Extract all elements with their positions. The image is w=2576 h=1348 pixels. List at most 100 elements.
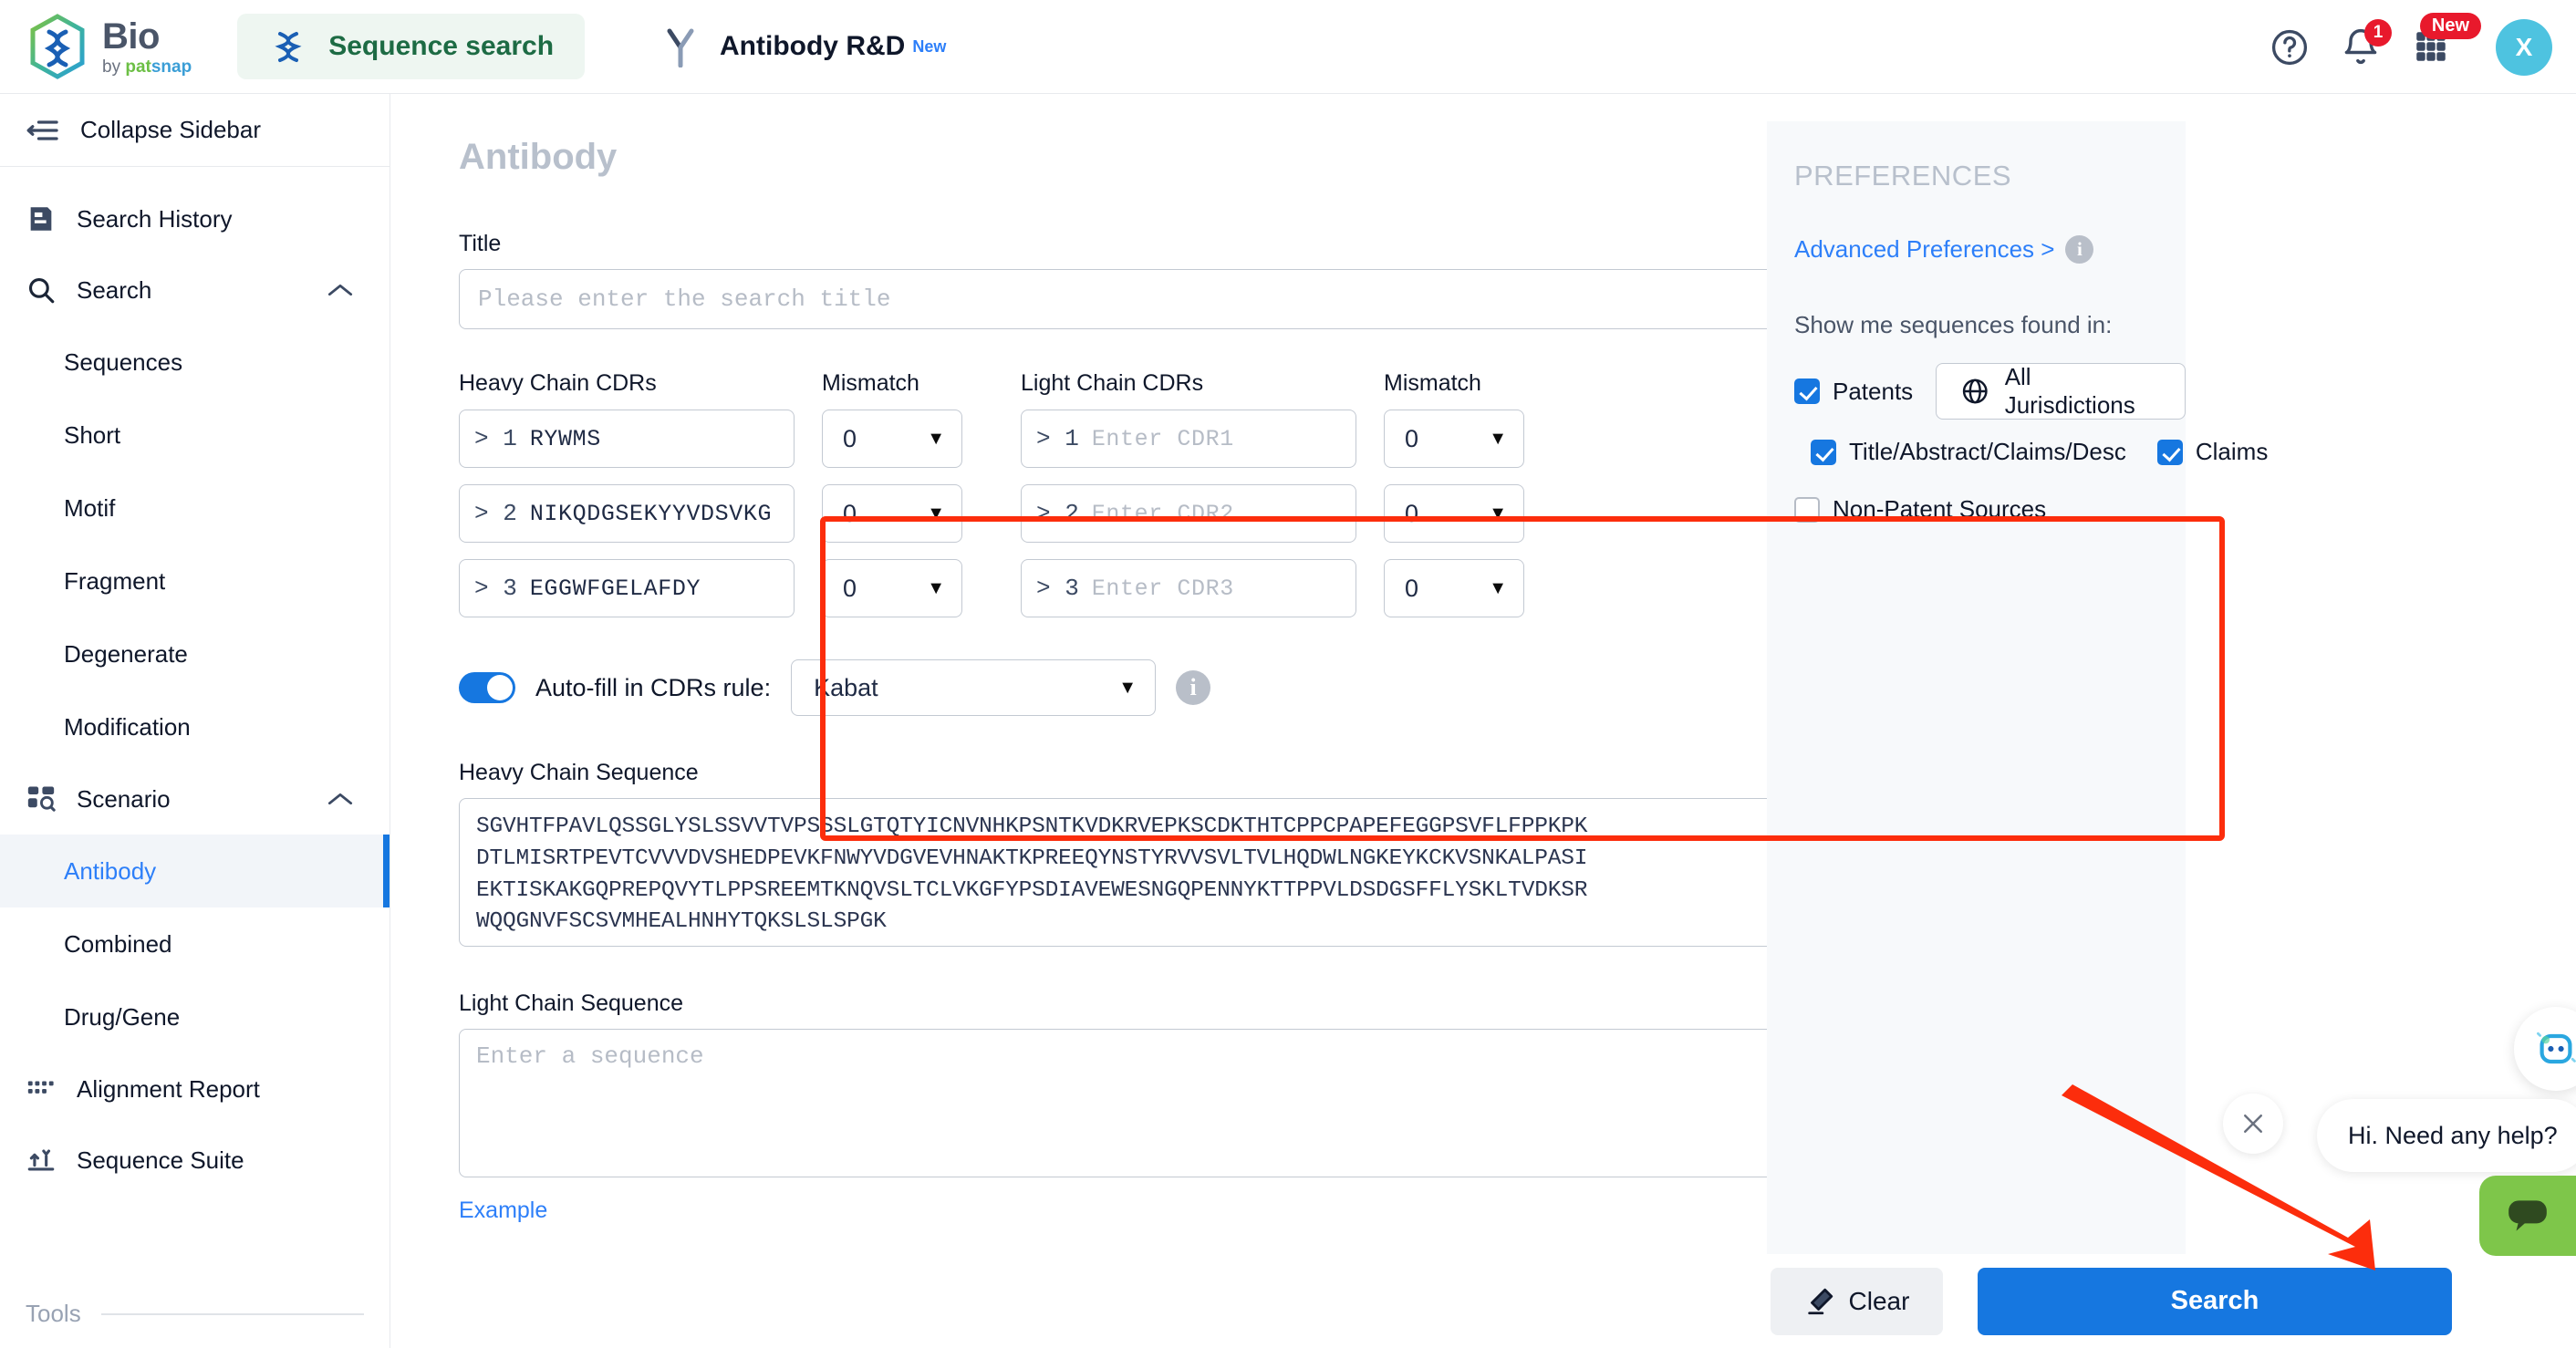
info-icon[interactable]: i <box>2065 235 2094 264</box>
claims-checkbox[interactable] <box>2156 439 2183 465</box>
title-field-block: Title <box>459 231 1841 329</box>
sidebar-item-sequences-label: Sequences <box>64 347 183 376</box>
heavy-cdr2-input[interactable]: > 2 NIKQDGSEKYYVDSVKG <box>459 484 795 543</box>
search-title-input[interactable] <box>459 269 1841 329</box>
light-cdr3-mismatch-select[interactable]: 0 ▼ <box>1384 559 1524 617</box>
chat-fab-button[interactable] <box>2479 1176 2576 1256</box>
info-icon[interactable]: i <box>1176 670 1211 705</box>
title-abstract-label: Title/Abstract/Claims/Desc <box>1849 438 2126 465</box>
brand-name: Bio <box>102 16 160 57</box>
heavy-chain-sequence-label: Heavy Chain Sequence <box>459 760 699 785</box>
light-cdr1-row: > 1 Enter CDR1 <box>1021 410 1356 468</box>
advanced-preferences-link[interactable]: Advanced Preferences > <box>1794 235 2054 264</box>
sidebar-item-sequence-suite[interactable]: Sequence Suite <box>0 1125 390 1196</box>
heavy-cdr3-value: EGGWFGELAFDY <box>529 575 701 602</box>
light-cdr2-mismatch-select[interactable]: 0 ▼ <box>1384 484 1524 543</box>
sidebar-item-combined[interactable]: Combined <box>0 907 390 980</box>
sidebar-nav: Search History Search Sequences Short Mo… <box>0 167 390 1196</box>
sidebar-item-fragment[interactable]: Fragment <box>0 544 390 617</box>
heavy-cdr1-input[interactable]: > 1 RYWMS <box>459 410 795 468</box>
sidebar-item-search[interactable]: Search <box>0 254 390 326</box>
page-title: Antibody <box>459 137 618 177</box>
heavy-seq-line: WQQGNVFSCSVMHEALHNHYTQKSLSLSPGK <box>476 909 887 935</box>
heavy-cdr3-mismatch-select[interactable]: 0 ▼ <box>822 559 962 617</box>
sidebar-item-scenario[interactable]: Scenario <box>0 763 390 835</box>
sidebar-item-drug-gene-label: Drug/Gene <box>64 1002 181 1031</box>
non-patent-label: Non-Patent Sources <box>1833 495 2047 523</box>
heavy-cdr1-mismatch-value: 0 <box>843 424 857 452</box>
heavy-cdr3-row: > 3 EGGWFGELAFDY <box>459 559 795 617</box>
sidebar-item-search-history[interactable]: Search History <box>0 183 390 254</box>
light-cdr1-mismatch-select[interactable]: 0 ▼ <box>1384 410 1524 468</box>
heavy-cdr2-value: NIKQDGSEKYYVDSVKG <box>529 500 773 527</box>
autofill-toggle[interactable] <box>459 672 515 703</box>
heavy-cdr2-row: > 2 NIKQDGSEKYYVDSVKG <box>459 484 795 543</box>
heavy-cdr3-input[interactable]: > 3 EGGWFGELAFDY <box>459 559 795 617</box>
sidebar-item-motif[interactable]: Motif <box>0 472 390 544</box>
chat-greeting-bubble[interactable]: Hi. Need any help? <box>2317 1099 2576 1172</box>
main-content: Antibody Title Heavy Chain CDRs > 1 RYWM… <box>390 94 2576 1348</box>
example-link[interactable]: Example <box>459 1198 1841 1224</box>
light-chain-sequence-block: Light Chain Sequence Enter a sequence Ex… <box>459 990 1841 1224</box>
tab-antibody-rd[interactable]: Antibody R&D New <box>630 14 977 79</box>
apps-grid-icon[interactable]: New <box>2412 12 2481 67</box>
jurisdictions-button[interactable]: All Jurisdictions <box>1936 363 2186 420</box>
heavy-cdr3-prefix: > 3 <box>474 575 517 602</box>
sidebar-item-antibody[interactable]: Antibody <box>0 835 390 907</box>
title-label: Title <box>459 231 502 256</box>
help-icon[interactable] <box>2270 27 2310 67</box>
light-cdr3-mismatch-value: 0 <box>1405 574 1419 602</box>
sidebar-item-sequence-suite-label: Sequence Suite <box>77 1146 244 1174</box>
search-button[interactable]: Search <box>1978 1267 2452 1335</box>
preferences-panel: PREFERENCES Advanced Preferences > i Sho… <box>1767 121 2268 1254</box>
chat-icon <box>2508 1200 2547 1231</box>
sidebar-item-sequences[interactable]: Sequences <box>0 326 390 399</box>
light-cdr2-row: > 2 Enter CDR2 <box>1021 484 1356 543</box>
cdr-rule-select[interactable]: Kabat ▼ <box>791 659 1157 716</box>
chevron-down-icon: ▼ <box>927 503 945 524</box>
sidebar: Collapse Sidebar Search History Search S… <box>0 94 390 1348</box>
heavy-mismatch-column: Mismatch 0 ▼ 0 ▼ 0 ▼ <box>822 370 962 634</box>
heavy-cdr3-mismatch-value: 0 <box>843 574 857 602</box>
chevron-down-icon: ▼ <box>1489 577 1507 598</box>
light-chain-sequence-label: Light Chain Sequence <box>459 990 684 1016</box>
chat-close-button[interactable] <box>2223 1094 2283 1154</box>
chevron-up-icon <box>327 793 353 805</box>
sidebar-item-modification[interactable]: Modification <box>0 690 390 763</box>
title-abstract-checkbox[interactable] <box>1811 439 1836 465</box>
patents-checkbox[interactable] <box>1794 378 1820 404</box>
sidebar-item-degenerate[interactable]: Degenerate <box>0 617 390 690</box>
light-chain-cdr-column: Light Chain CDRs > 1 Enter CDR1 > 2 Ente… <box>1021 370 1356 634</box>
sidebar-item-alignment-report[interactable]: Alignment Report <box>0 1053 390 1125</box>
clear-button[interactable]: Clear <box>1771 1267 1943 1335</box>
collapse-sidebar-label: Collapse Sidebar <box>80 116 262 143</box>
scenario-icon <box>27 786 56 812</box>
light-cdr1-input[interactable]: > 1 Enter CDR1 <box>1021 410 1356 468</box>
clear-label: Clear <box>1848 1286 1910 1315</box>
non-patent-checkbox[interactable] <box>1794 496 1820 523</box>
heavy-mismatch-label: Mismatch <box>822 370 919 396</box>
light-cdr2-input[interactable]: > 2 Enter CDR2 <box>1021 484 1356 543</box>
heavy-cdr1-mismatch-select[interactable]: 0 ▼ <box>822 410 962 468</box>
collapse-sidebar-button[interactable]: Collapse Sidebar <box>0 94 390 167</box>
chevron-down-icon: ▼ <box>1118 677 1137 698</box>
non-patent-row: Non-Patent Sources <box>1794 495 2186 524</box>
sidebar-item-short[interactable]: Short <box>0 399 390 472</box>
chevron-down-icon: ▼ <box>927 577 945 598</box>
heavy-chain-sequence-textarea[interactable]: SGVHTFPAVLQSSGLYSLSSVVTVPSSSLGTQTYICNVNH… <box>459 798 1841 947</box>
brand-logo[interactable]: Bio by patsnap <box>27 14 192 79</box>
notifications-icon[interactable]: 1 <box>2341 18 2392 67</box>
light-cdr3-input[interactable]: > 3 Enter CDR3 <box>1021 559 1356 617</box>
chevron-up-icon <box>327 284 353 296</box>
avatar[interactable]: X <box>2496 18 2552 76</box>
tools-section: Tools <box>0 1300 390 1328</box>
light-chain-sequence-textarea[interactable]: Enter a sequence <box>459 1029 1841 1177</box>
chevron-down-icon: ▼ <box>1489 428 1507 449</box>
tab-new-badge: New <box>912 36 947 56</box>
tab-sequence-search[interactable]: Sequence search <box>237 14 586 79</box>
heavy-cdr2-mismatch-select[interactable]: 0 ▼ <box>822 484 962 543</box>
sidebar-item-drug-gene[interactable]: Drug/Gene <box>0 980 390 1053</box>
sidebar-item-motif-label: Motif <box>64 493 116 522</box>
light-cdr1-mismatch-value: 0 <box>1405 424 1419 452</box>
tab-sequence-search-label: Sequence search <box>328 31 555 61</box>
